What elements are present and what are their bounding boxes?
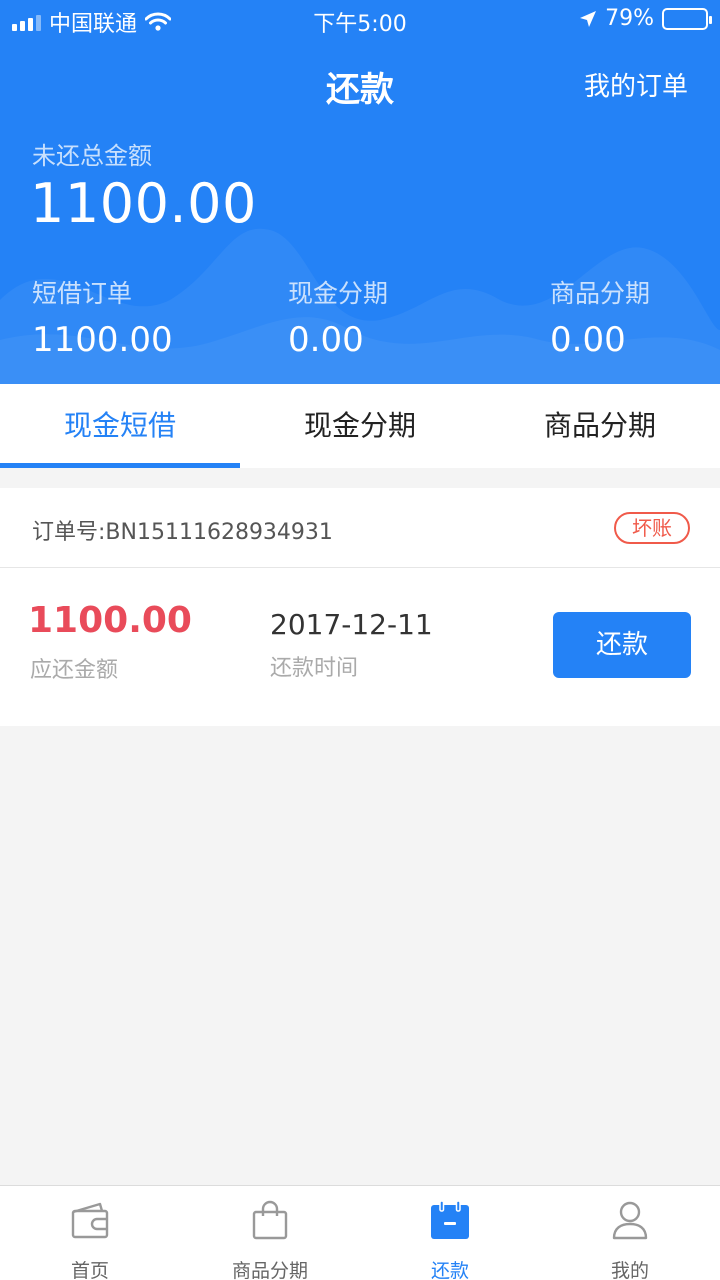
tabbar-item-goods-installment[interactable]: 商品分期 [180,1186,360,1280]
status-bar: 中国联通 下午5:00 79% [0,0,720,40]
bottom-tab-bar: 首页 商品分期 还款 我的 [0,1185,720,1280]
total-unpaid-label: 未还总金额 [32,142,152,170]
calendar-icon [431,1200,469,1239]
tabbar-item-mine[interactable]: 我的 [540,1186,720,1280]
tab-goods-installment[interactable]: 商品分期 [480,384,720,468]
status-badge: 坏账 [614,512,690,544]
repay-date-label: 还款时间 [270,656,359,681]
order-card: 订单号:BN15111628934931 坏账 1100.00 应还金额 201… [0,488,720,726]
due-amount-label: 应还金额 [30,658,119,683]
total-unpaid-value: 1100.00 [30,172,257,235]
location-arrow-icon [580,10,597,27]
battery-percent: 79% [605,6,654,31]
tab-cash-short-loan[interactable]: 现金短借 [0,384,240,468]
repay-button[interactable]: 还款 [553,612,691,678]
summary-item-value: 0.00 [550,320,626,360]
summary-item-cash-installment: 现金分期 0.00 [288,274,388,360]
tabbar-label: 首页 [70,1260,109,1280]
summary-item-short-loan: 短借订单 1100.00 [32,274,173,360]
summary-item-label: 现金分期 [288,279,389,308]
tabbar-label: 我的 [610,1260,649,1280]
summary-item-value: 1100.00 [32,320,173,360]
summary-item-label: 商品分期 [550,279,651,308]
tabbar-label: 商品分期 [231,1260,308,1280]
wallet-icon [71,1202,109,1239]
tabbar-label: 还款 [430,1260,469,1280]
tabbar-item-home[interactable]: 首页 [0,1186,180,1280]
order-number: 订单号:BN15111628934931 [32,520,333,545]
shopping-bag-icon [252,1200,288,1240]
my-orders-link[interactable]: 我的订单 [584,66,688,103]
tab-bar-top: 现金短借 现金分期 商品分期 [0,384,720,468]
user-icon [612,1201,648,1240]
repay-date: 2017-12-11 [270,608,433,641]
tabbar-item-repay[interactable]: 还款 [360,1186,540,1280]
summary-item-label: 短借订单 [32,279,133,308]
due-amount: 1100.00 [28,600,192,641]
tab-cash-installment[interactable]: 现金分期 [240,384,480,468]
order-card-header: 订单号:BN15111628934931 坏账 [0,488,720,568]
summary-item-goods-installment: 商品分期 0.00 [550,274,650,360]
header: 中国联通 下午5:00 79% 还款 我的订单 未还总金额 1100.00 短借… [0,0,720,384]
battery-icon [662,7,712,30]
summary-item-value: 0.00 [288,320,364,360]
